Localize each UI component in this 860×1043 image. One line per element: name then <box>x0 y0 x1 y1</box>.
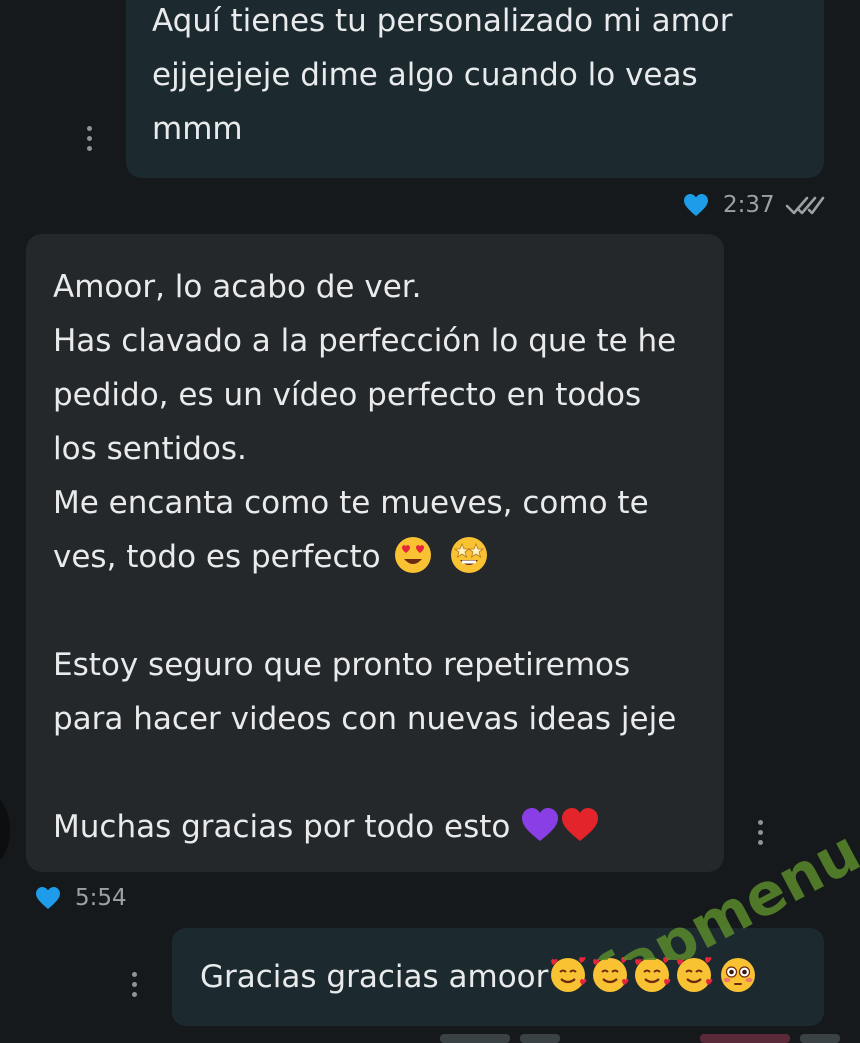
message-line: Estoy seguro que pronto repetiremos <box>53 647 631 683</box>
message-text: Gracias gracias amoor <box>200 959 549 995</box>
smiling-face-with-hearts-emoji <box>635 956 671 992</box>
message-line: para hacer videos con nuevas ideas jeje <box>53 701 677 737</box>
more-vert-icon[interactable] <box>758 820 766 845</box>
message-line <box>53 584 700 638</box>
message-meta-1: 2:37 <box>683 192 825 218</box>
message-line <box>53 746 700 800</box>
message-line: Aquí tienes tu personalizado mi amor <box>152 3 733 39</box>
more-vert-icon[interactable] <box>132 972 140 997</box>
message-line: ejjejejeje dime algo cuando lo veas <box>152 57 698 93</box>
message-line-with-emoji: ves, todo es perfecto <box>53 530 700 584</box>
message-line: Amoor, lo acabo de ver. <box>53 269 422 305</box>
message-outgoing-1[interactable]: Aquí tienes tu personalizado mi amor ejj… <box>126 0 824 178</box>
message-line: Has clavado a la perfección lo que te he <box>53 323 677 359</box>
avatar-edge <box>0 795 10 865</box>
message-line: los sentidos. <box>53 431 247 467</box>
blue-heart-icon[interactable] <box>35 886 61 910</box>
message-line: pedido, es un vídeo perfecto en todos <box>53 377 642 413</box>
red-heart-emoji <box>562 807 599 841</box>
message-line: mmm <box>152 111 243 147</box>
message-incoming-2[interactable]: Amoor, lo acabo de ver. Has clavado a la… <box>26 234 724 872</box>
smiling-face-with-hearts-emoji <box>677 956 713 992</box>
bottom-partial-row <box>0 1030 860 1043</box>
message-line-with-emoji: Muchas gracias por todo esto <box>53 800 700 854</box>
purple-heart-emoji <box>522 807 559 841</box>
message-time: 5:54 <box>75 885 127 911</box>
message-outgoing-3[interactable]: Gracias gracias amoor <box>172 928 824 1026</box>
blue-heart-icon[interactable] <box>683 193 709 217</box>
smiling-face-with-hearts-emoji <box>551 956 587 992</box>
message-time: 2:37 <box>723 192 775 218</box>
message-meta-2: 5:54 <box>35 885 127 911</box>
message-line-text: Muchas gracias por todo esto <box>53 809 511 845</box>
message-line-text: ves, todo es perfecto <box>53 539 381 575</box>
message-line: Me encanta como te mueves, como te <box>53 485 649 521</box>
double-check-icon <box>785 196 824 215</box>
heart-eyes-emoji <box>394 536 431 573</box>
star-struck-emoji <box>450 536 487 573</box>
flushed-face-emoji <box>721 957 756 992</box>
smiling-face-with-hearts-emoji <box>593 956 629 992</box>
more-vert-icon[interactable] <box>87 126 95 151</box>
chat-screen: Aquí tienes tu personalizado mi amor ejj… <box>0 0 860 1043</box>
